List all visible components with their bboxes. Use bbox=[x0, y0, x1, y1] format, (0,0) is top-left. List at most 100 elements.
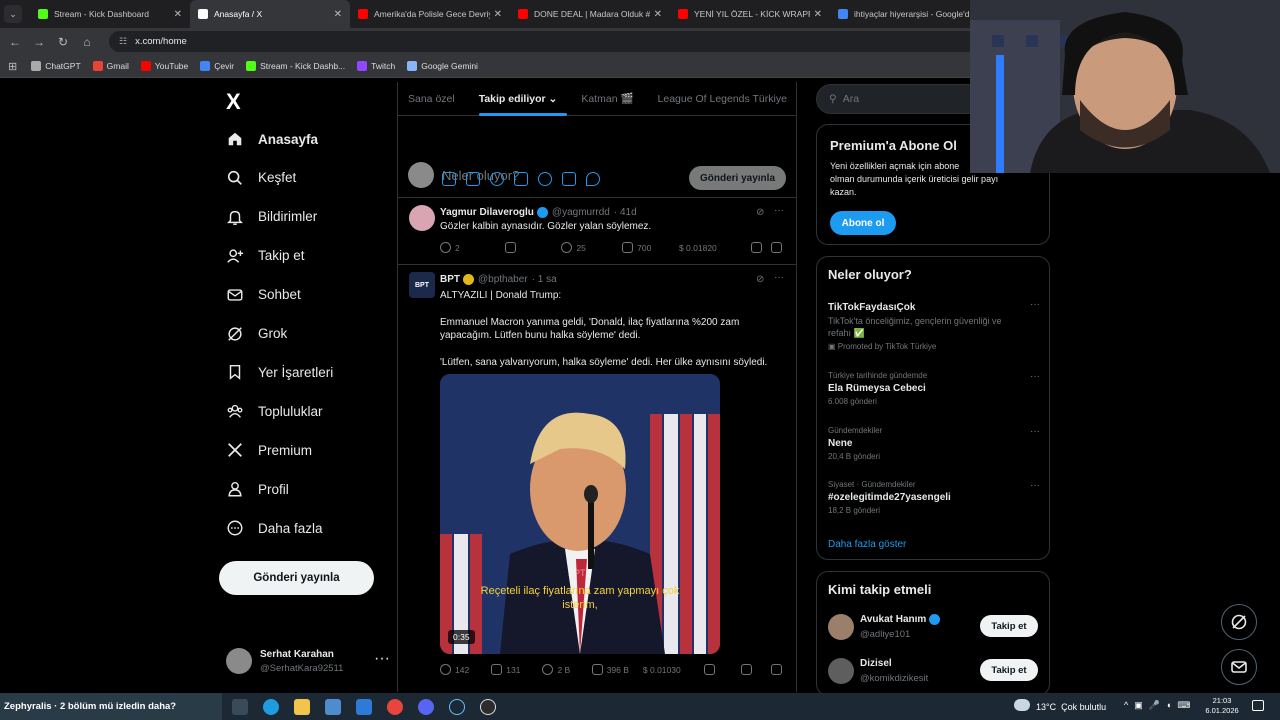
browser-tab[interactable]: DONE DEAL | Madara Olduk #… ✕ bbox=[510, 0, 670, 28]
nav-item[interactable]: Yer İşaretleri bbox=[226, 363, 333, 381]
tweet-video[interactable]: BPT Reçeteli ilaç fiyatlarına zam yapmay… bbox=[440, 374, 720, 654]
gif-icon[interactable] bbox=[466, 172, 480, 186]
nav-item[interactable]: Anasayfa bbox=[226, 130, 318, 148]
user-avatar[interactable] bbox=[828, 658, 854, 684]
trend-more-icon[interactable]: ··· bbox=[1030, 426, 1040, 437]
tweet[interactable]: Yagmur Dilaveroglu @yagmurrdd · 41d ⊘ ··… bbox=[398, 198, 796, 265]
grok-explain-icon[interactable]: ⊘ bbox=[756, 274, 764, 285]
nav-item[interactable]: Sohbet bbox=[226, 286, 301, 304]
schedule-icon[interactable] bbox=[562, 172, 576, 186]
tweet-author[interactable]: BPT bbox=[440, 274, 460, 285]
tweet-more-icon[interactable]: ··· bbox=[774, 272, 784, 283]
tweet-handle[interactable]: @yagmurrdd bbox=[552, 207, 610, 218]
like-button[interactable]: 25 bbox=[561, 242, 622, 253]
site-info-icon[interactable]: ☷ bbox=[119, 36, 127, 47]
suggested-user[interactable]: Avukat Hanım @adliye101 Takip et bbox=[828, 614, 1040, 644]
tab-close-icon[interactable]: ✕ bbox=[174, 9, 182, 20]
tweet-avatar[interactable]: BPT bbox=[409, 272, 435, 298]
explorer-icon[interactable] bbox=[294, 699, 310, 715]
publish-button[interactable]: Gönderi yayınla bbox=[689, 166, 786, 190]
tab-for-you[interactable]: Sana özel bbox=[408, 93, 455, 105]
bookmark-item[interactable]: ChatGPT bbox=[31, 61, 81, 71]
retweet-button[interactable]: 131 bbox=[491, 664, 542, 675]
tweet-time[interactable]: · 41d bbox=[614, 207, 637, 218]
views-button[interactable]: 396 B bbox=[591, 664, 643, 675]
x-logo[interactable]: X bbox=[226, 89, 241, 115]
trend-item[interactable]: Siyaset · Gündemdekiler #ozelegitimde27y… bbox=[828, 480, 1040, 515]
download-button[interactable] bbox=[770, 664, 786, 675]
browser-tab[interactable]: YENİ YIL ÖZEL - KİCK WRAPPED… ✕ bbox=[670, 0, 830, 28]
nav-item[interactable]: Topluluklar bbox=[226, 402, 323, 420]
bookmark-item[interactable]: YouTube bbox=[140, 61, 188, 71]
bookmark-item[interactable]: Gmail bbox=[92, 61, 129, 71]
reload-icon[interactable]: ↻ bbox=[51, 35, 75, 49]
tray-icons[interactable]: ^▣🎤◖⌨ bbox=[1124, 700, 1196, 711]
discord-icon[interactable] bbox=[418, 699, 434, 715]
post-button[interactable]: Gönderi yayınla bbox=[219, 561, 374, 595]
account-switcher[interactable]: Serhat Karahan @SerhatKara92511 ··· bbox=[226, 648, 390, 674]
taskbar-notification[interactable]: Zephyralis · 2 bölüm mü izledin daha? bbox=[0, 693, 222, 720]
tab-search-button[interactable]: ⌄ bbox=[4, 5, 22, 23]
media-icon[interactable] bbox=[442, 172, 456, 186]
tweet-avatar[interactable] bbox=[409, 205, 435, 231]
suggested-user[interactable]: Dizisel @komikdizikesit Takip et bbox=[828, 658, 1040, 688]
emoji-icon[interactable] bbox=[538, 172, 552, 186]
tab-following[interactable]: Takip ediliyor ⌄ bbox=[478, 93, 567, 116]
bookmark-item[interactable]: Google Gemini bbox=[407, 61, 478, 71]
tab-close-icon[interactable]: ✕ bbox=[494, 9, 502, 20]
steam-icon[interactable] bbox=[449, 699, 465, 715]
tweet-more-icon[interactable]: ··· bbox=[774, 205, 784, 216]
messages-float-button[interactable] bbox=[1221, 649, 1257, 685]
share-button[interactable] bbox=[741, 664, 771, 675]
nav-item[interactable]: Grok bbox=[226, 325, 287, 343]
trend-more-icon[interactable]: ··· bbox=[1030, 371, 1040, 382]
bookmark-item[interactable]: Twitch bbox=[357, 61, 395, 71]
trend-more-icon[interactable]: ··· bbox=[1030, 480, 1040, 491]
tab-close-icon[interactable]: ✕ bbox=[334, 9, 342, 20]
tab-lol-turkiye[interactable]: League Of Legends Türkiye bbox=[658, 93, 787, 105]
follow-button[interactable]: Takip et bbox=[980, 659, 1038, 681]
browser-tab[interactable]: Amerika'da Polisle Gece Devriy… ✕ bbox=[350, 0, 510, 28]
views-button[interactable]: 700 bbox=[622, 242, 679, 253]
forward-icon[interactable]: → bbox=[27, 35, 51, 49]
bookmark-button[interactable] bbox=[703, 664, 741, 675]
bookmark-item[interactable]: Çevir bbox=[200, 61, 234, 71]
chrome-icon[interactable] bbox=[387, 699, 403, 715]
browser-tab[interactable]: Stream - Kick Dashboard ✕ bbox=[30, 0, 190, 28]
user-avatar[interactable] bbox=[828, 614, 854, 640]
nav-item[interactable]: Premium bbox=[226, 441, 312, 459]
trend-item[interactable]: TikTokFaydasıÇok TikTok'ta önceliğimiz, … bbox=[828, 299, 1040, 351]
more-dots-icon[interactable]: ··· bbox=[374, 650, 390, 668]
mail-app-icon[interactable] bbox=[356, 699, 372, 715]
retweet-button[interactable] bbox=[504, 242, 562, 253]
tab-close-icon[interactable]: ✕ bbox=[814, 9, 822, 20]
show-more-link[interactable]: Daha fazla göster bbox=[828, 539, 906, 550]
follow-button[interactable]: Takip et bbox=[980, 615, 1038, 637]
share-button[interactable] bbox=[771, 242, 786, 253]
nav-item[interactable]: Daha fazla bbox=[226, 519, 323, 537]
nav-item[interactable]: Takip et bbox=[226, 247, 305, 265]
url-field[interactable]: ☷ x.com/home bbox=[109, 31, 979, 52]
browser-tab[interactable]: ihtiyaçlar hiyerarşisi - Google'd…✕ bbox=[830, 0, 990, 28]
trend-more-icon[interactable]: ··· bbox=[1030, 299, 1040, 310]
bookmark-item[interactable]: Stream - Kick Dashb... bbox=[246, 61, 345, 71]
tab-close-icon[interactable]: ✕ bbox=[654, 9, 662, 20]
trend-item[interactable]: Türkiye tarihinde gündemde Ela Rümeysa C… bbox=[828, 371, 1040, 406]
store-icon[interactable] bbox=[325, 699, 341, 715]
notification-center-icon[interactable] bbox=[1252, 700, 1264, 711]
location-icon[interactable] bbox=[586, 172, 600, 186]
tweet-handle[interactable]: @bpthaber bbox=[478, 274, 528, 285]
grok-explain-icon[interactable]: ⊘ bbox=[756, 207, 764, 218]
tweet-author[interactable]: Yagmur Dilaveroglu bbox=[440, 207, 534, 218]
apps-icon[interactable]: ⊞ bbox=[8, 60, 17, 73]
poll-icon[interactable] bbox=[514, 172, 528, 186]
bookmark-button[interactable] bbox=[751, 242, 771, 253]
reply-button[interactable]: 2 bbox=[440, 242, 505, 253]
reply-button[interactable]: 142 bbox=[440, 664, 491, 675]
back-icon[interactable]: ← bbox=[3, 35, 27, 49]
tweet-time[interactable]: · 1 sa bbox=[532, 274, 557, 285]
edge-icon[interactable] bbox=[263, 699, 279, 715]
grok-icon[interactable] bbox=[490, 172, 504, 186]
task-view-icon[interactable] bbox=[232, 699, 248, 715]
weather-text[interactable]: 13°C Çok bulutlu bbox=[1036, 702, 1106, 712]
